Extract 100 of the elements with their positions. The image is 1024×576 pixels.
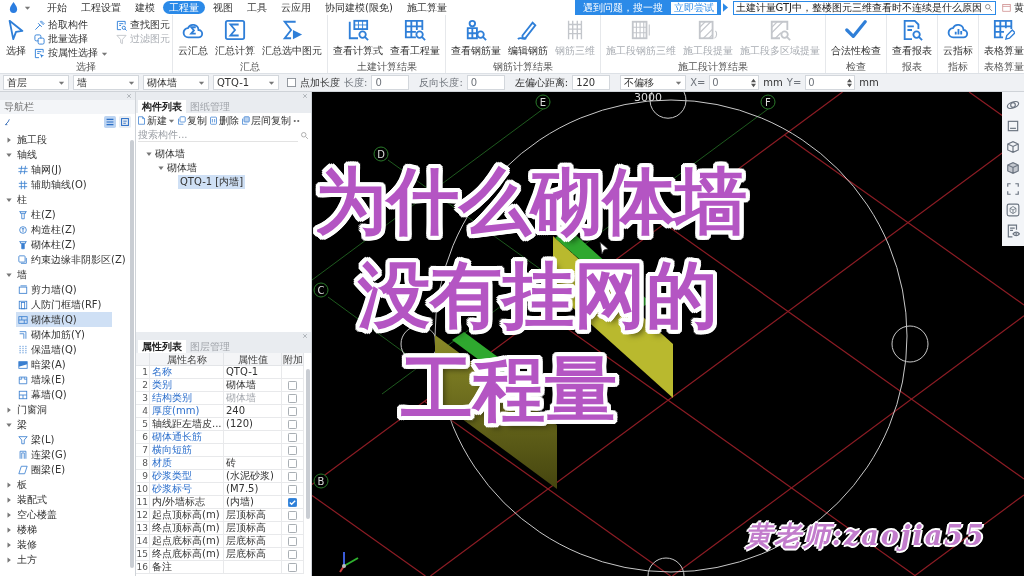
checkbox[interactable] <box>288 445 297 455</box>
menu-tab[interactable]: 云应用 <box>275 1 317 14</box>
ribbon-button[interactable]: 查看钢筋量 <box>448 18 504 59</box>
caret-icon[interactable] <box>6 271 12 278</box>
orbit-icon[interactable] <box>1006 98 1020 112</box>
checkbox[interactable] <box>288 562 297 572</box>
ribbon-button[interactable]: 合法性检查 <box>828 18 884 59</box>
caret-icon[interactable] <box>146 151 152 157</box>
nav-item[interactable]: 梁(L) <box>16 432 112 447</box>
search-icon[interactable] <box>984 3 993 12</box>
nav-item[interactable]: 构造柱(Z) <box>16 222 112 237</box>
nav-category[interactable]: 梁 <box>0 417 27 432</box>
dropdown[interactable]: 首层 <box>3 75 69 90</box>
checkbox[interactable] <box>288 393 297 403</box>
ribbon-button[interactable]: 选择 <box>2 18 30 59</box>
spin-field[interactable]: 0 <box>805 75 856 90</box>
dropdown[interactable]: 墙 <box>73 75 139 90</box>
nav-item[interactable]: 轴网(J) <box>16 162 112 177</box>
toolbar-button[interactable]: 层间复制 <box>241 113 291 128</box>
dropdown[interactable]: 不偏移 <box>620 75 687 90</box>
table-cell[interactable]: 层底标高 <box>224 548 282 561</box>
toolbar-button[interactable]: 删除 <box>209 113 239 128</box>
menu-tab[interactable]: 协同建模(限免) <box>319 1 399 14</box>
caret-icon[interactable] <box>198 79 205 86</box>
caret-icon[interactable] <box>6 511 12 518</box>
checkbox[interactable] <box>288 510 297 520</box>
caret-icon[interactable] <box>6 421 12 428</box>
form-view-icon[interactable] <box>119 116 131 128</box>
tree-item[interactable]: 砌体墙 <box>144 147 187 161</box>
menu-tab[interactable]: 工程量 <box>163 1 205 14</box>
caret-icon[interactable] <box>6 526 12 533</box>
cube-in-frame-icon[interactable] <box>1006 203 1020 217</box>
ribbon-button[interactable]: 按属性选择 <box>34 46 108 60</box>
menu-tab[interactable]: 开始 <box>41 1 73 14</box>
caret-icon[interactable] <box>58 79 65 86</box>
nav-category[interactable]: 柱 <box>0 192 27 207</box>
filled-cube-icon[interactable] <box>1006 161 1020 175</box>
document-eye-icon[interactable] <box>1006 224 1020 238</box>
spin-field[interactable]: 0 <box>709 75 760 90</box>
table-cell[interactable]: (120) <box>224 418 282 431</box>
checkbox[interactable] <box>288 406 297 416</box>
nav-item[interactable]: 连梁(G) <box>16 447 112 462</box>
ribbon-button[interactable]: 编辑钢筋 <box>505 18 551 59</box>
checkbox[interactable] <box>288 523 297 533</box>
nav-item[interactable]: 圈梁(E) <box>16 462 112 477</box>
checkbox[interactable] <box>288 419 297 429</box>
nav-category[interactable]: 装配式 <box>0 492 47 507</box>
checkbox[interactable] <box>288 484 297 494</box>
scrollbar[interactable] <box>305 369 310 519</box>
nav-item[interactable]: 暗梁(A) <box>16 357 112 372</box>
nav-category[interactable]: 楼梯 <box>0 522 37 537</box>
dropdown[interactable]: 砌体墙 <box>143 75 209 90</box>
nav-item[interactable]: 人防门框墙(RF) <box>16 297 112 312</box>
caret-icon[interactable] <box>128 79 135 86</box>
cube-icon[interactable] <box>1006 140 1020 154</box>
menu-tab[interactable]: 施工算量 <box>400 1 453 14</box>
menu-tab[interactable]: 视图 <box>207 1 239 14</box>
nav-category[interactable]: 门窗洞 <box>0 402 47 417</box>
checkbox[interactable] <box>288 471 297 481</box>
menu-tab[interactable]: 建模 <box>129 1 161 14</box>
table-cell[interactable]: 层底标高 <box>224 535 282 548</box>
nav-category[interactable]: 装修 <box>0 537 37 552</box>
collapse-arrows-icon[interactable] <box>4 118 12 126</box>
ribbon-button[interactable]: 汇总选中图元 <box>259 18 325 59</box>
scrollbar[interactable] <box>130 140 134 568</box>
nav-item[interactable]: 剪力墙(Q) <box>16 282 112 297</box>
nav-category[interactable]: 空心楼盖 <box>0 507 57 522</box>
caret-icon[interactable] <box>6 196 12 203</box>
ribbon-button[interactable]: 查找图元 <box>116 18 170 32</box>
try-button[interactable]: 立即尝试 <box>670 1 717 14</box>
caret-icon[interactable] <box>6 556 12 563</box>
caret-icon[interactable] <box>6 541 12 548</box>
ribbon-button[interactable]: 查看工程量 <box>387 18 443 59</box>
tree-item[interactable]: QTQ-1 [内墙] <box>178 175 246 189</box>
nav-item[interactable]: 砌体墙(Q) <box>16 312 112 327</box>
panel-tab[interactable]: 属性列表 <box>138 340 186 353</box>
caret-icon[interactable] <box>24 4 31 11</box>
caret-icon[interactable] <box>6 496 12 503</box>
checkbox[interactable] <box>288 380 297 390</box>
caret-icon[interactable] <box>158 165 164 171</box>
caret-icon[interactable] <box>675 79 683 86</box>
tree-item[interactable]: 砌体墙 <box>156 161 199 175</box>
nav-item[interactable]: 约束边缘非阴影区(Z) <box>16 252 128 267</box>
table-cell[interactable]: (内墙) <box>224 496 282 509</box>
ribbon-button[interactable]: 拾取构件 <box>34 18 108 32</box>
checkbox[interactable] <box>288 458 297 468</box>
caret-icon[interactable] <box>6 481 12 488</box>
ribbon-button[interactable]: 查看报表 <box>889 18 935 59</box>
nav-category[interactable]: 轴线 <box>0 147 37 162</box>
table-cell[interactable]: (M7.5) <box>224 483 282 496</box>
nav-item[interactable]: 幕墙(Q) <box>16 387 112 402</box>
toolbar-button[interactable]: 复制 <box>177 113 207 128</box>
ribbon-button[interactable]: 云汇总 <box>175 18 211 59</box>
caret-icon[interactable] <box>6 136 12 143</box>
ribbon-button[interactable]: 查看计算式 <box>330 18 386 59</box>
table-cell[interactable]: 层顶标高 <box>224 522 282 535</box>
nav-item[interactable]: 砌体柱(Z) <box>16 237 112 252</box>
table-cell[interactable]: 砌体墙 <box>224 379 282 392</box>
nav-item[interactable]: 辅助轴线(O) <box>16 177 112 192</box>
checkbox[interactable] <box>288 549 297 559</box>
